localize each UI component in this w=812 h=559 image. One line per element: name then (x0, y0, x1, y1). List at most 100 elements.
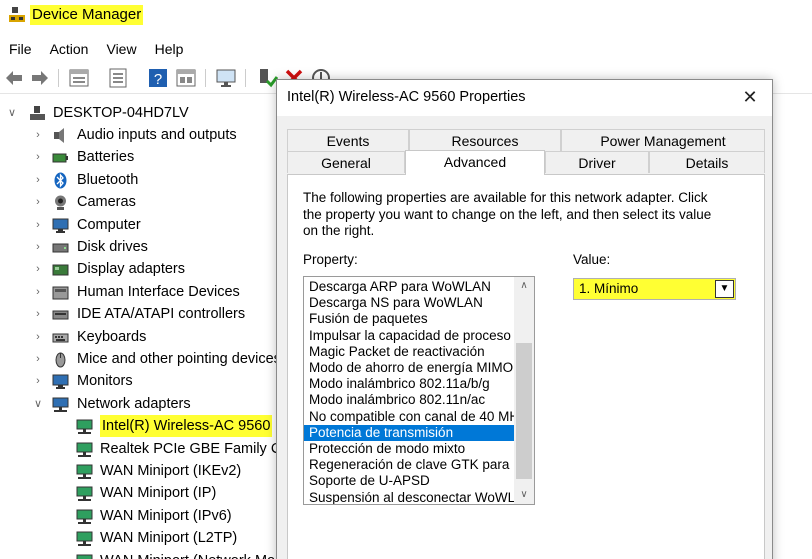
dialog-title-bar: Intel(R) Wireless-AC 9560 Properties ✕ (277, 80, 772, 116)
chevron-right-icon[interactable]: › (32, 191, 44, 213)
chevron-right-icon[interactable]: › (32, 169, 44, 191)
network-adapter-icon (76, 442, 93, 457)
back-icon[interactable] (3, 67, 25, 89)
monitor-icon[interactable] (215, 67, 237, 89)
properties-dialog: Intel(R) Wireless-AC 9560 Properties ✕ E… (276, 79, 773, 559)
property-item[interactable]: No compatible con canal de 40 MHz (304, 409, 514, 425)
window-title: Device Manager (30, 5, 144, 25)
close-icon[interactable]: ✕ (740, 87, 760, 107)
tree-category-label: Human Interface Devices (77, 283, 240, 300)
toolbar-separator (205, 69, 206, 87)
property-item[interactable]: Descarga NS para WoWLAN (304, 295, 514, 311)
scroll-down-icon[interactable]: ∨ (514, 486, 534, 504)
description-line: The following properties are available f… (303, 190, 708, 205)
chevron-right-icon[interactable]: › (32, 370, 44, 392)
tab-driver[interactable]: Driver (545, 151, 649, 173)
listbox-scrollbar[interactable]: ∧ ∨ (514, 277, 534, 504)
description-line: on the right. (303, 223, 375, 238)
tree-category-label: Keyboards (77, 328, 147, 345)
computer-icon (30, 106, 45, 120)
chevron-right-icon[interactable]: › (32, 236, 44, 258)
menu-action[interactable]: Action (41, 38, 98, 60)
menu-file[interactable]: File (0, 38, 41, 60)
value-dropdown[interactable]: 1. Mínimo ▼ (573, 278, 736, 300)
property-label: Property: (303, 252, 358, 267)
properties-icon[interactable] (68, 67, 90, 89)
tree-category-label: Disk drives (77, 239, 148, 255)
tree-category-label: Bluetooth (77, 171, 139, 188)
property-item[interactable]: Protección de modo mixto (304, 441, 514, 457)
dropdown-arrow-icon[interactable]: ▼ (715, 280, 734, 298)
description-line: the property you want to change on the l… (303, 206, 712, 222)
property-item[interactable]: Fusión de paquetes (304, 311, 514, 327)
tab-row-2: General Advanced Driver Details (287, 150, 765, 175)
mouse-icon (55, 352, 66, 368)
menu-bar: File Action View Help (0, 38, 192, 60)
tab-row-1: Events Resources Power Management (287, 129, 765, 151)
toolbar-separator (245, 69, 246, 87)
tree-device-label: WAN Miniport (Network Monitor) (100, 550, 276, 559)
property-item[interactable]: Suspensión al desconectar WoWLAN (304, 490, 514, 504)
view-icon[interactable] (175, 67, 197, 89)
device-tree: ∨ DESKTOP-04HD7LV › Audio inputs and outp… (0, 102, 276, 559)
dialog-title: Intel(R) Wireless-AC 9560 Properties (287, 89, 526, 105)
bluetooth-icon (54, 172, 67, 189)
tree-category-label: Display adapters (77, 261, 185, 278)
chevron-right-icon[interactable]: › (32, 146, 44, 168)
chevron-down-icon[interactable]: ∨ (32, 393, 44, 415)
network-adapter-icon (76, 464, 93, 479)
property-item[interactable]: Modo inalámbrico 802.11a/b/g (304, 376, 514, 392)
tab-events[interactable]: Events (287, 129, 409, 151)
advanced-panel: The following properties are available f… (287, 174, 765, 559)
help-icon[interactable]: ? (147, 67, 169, 89)
chevron-right-icon[interactable]: › (32, 258, 44, 280)
tab-details[interactable]: Details (649, 151, 765, 173)
property-listbox[interactable]: Descarga ARP para WoWLAN Descarga NS para… (303, 276, 535, 505)
hid-icon (52, 286, 69, 300)
tree-category-label: Cameras (77, 194, 136, 211)
property-item[interactable]: Modo de ahorro de energía MIMO (304, 360, 514, 376)
property-item[interactable]: Regeneración de clave GTK para (304, 457, 514, 473)
menu-help[interactable]: Help (146, 38, 193, 60)
tab-power-management[interactable]: Power Management (561, 129, 765, 151)
chevron-down-icon[interactable]: ∨ (6, 102, 18, 124)
display-icon (52, 264, 69, 276)
scroll-up-icon[interactable]: ∧ (514, 277, 534, 295)
toolbar-separator (58, 69, 59, 87)
camera-icon (55, 195, 66, 211)
speaker-icon (54, 128, 64, 143)
network-adapter-icon (76, 531, 93, 547)
property-item[interactable]: Descarga ARP para WoWLAN (304, 279, 514, 295)
tab-general[interactable]: General (287, 151, 405, 173)
chevron-right-icon[interactable]: › (32, 348, 44, 370)
property-item[interactable]: Impulsar la capacidad de proceso (304, 328, 514, 344)
device-manager-window: Device Manager File Action View Help ? ∨… (0, 0, 812, 559)
tree-category-label: Mice and other pointing devices (77, 351, 276, 367)
forward-icon[interactable] (29, 67, 51, 89)
scrollbar-thumb[interactable] (516, 343, 532, 479)
tree-device-label: WAN Miniport (IP) (100, 485, 217, 502)
tab-advanced[interactable]: Advanced (405, 150, 545, 175)
property-item[interactable]: Soporte de U-APSD (304, 473, 514, 489)
menu-view[interactable]: View (97, 38, 145, 60)
chevron-right-icon[interactable]: › (32, 214, 44, 236)
chevron-right-icon[interactable]: › (32, 124, 44, 146)
property-item[interactable]: Potencia de transmisión (304, 424, 514, 441)
svg-text:?: ? (154, 71, 162, 88)
disk-icon (52, 243, 69, 253)
update-icon[interactable] (107, 67, 129, 89)
tree-category-label: Computer (77, 216, 141, 233)
value-selected: 1. Mínimo (579, 281, 639, 296)
tab-resources[interactable]: Resources (409, 129, 561, 151)
enable-device-icon[interactable] (256, 67, 278, 89)
chevron-right-icon[interactable]: › (32, 303, 44, 325)
property-item[interactable]: Modo inalámbrico 802.11n/ac (304, 392, 514, 408)
tree-category-label: Monitors (77, 373, 133, 390)
keyboard-icon (52, 333, 69, 343)
chevron-right-icon[interactable]: › (32, 326, 44, 348)
monitor-icon (52, 374, 69, 390)
tree-category-label: IDE ATA/ATAPI controllers (77, 306, 246, 323)
description: The following properties are available f… (303, 190, 733, 240)
chevron-right-icon[interactable]: › (32, 281, 44, 303)
property-item[interactable]: Magic Packet de reactivación (304, 344, 514, 360)
